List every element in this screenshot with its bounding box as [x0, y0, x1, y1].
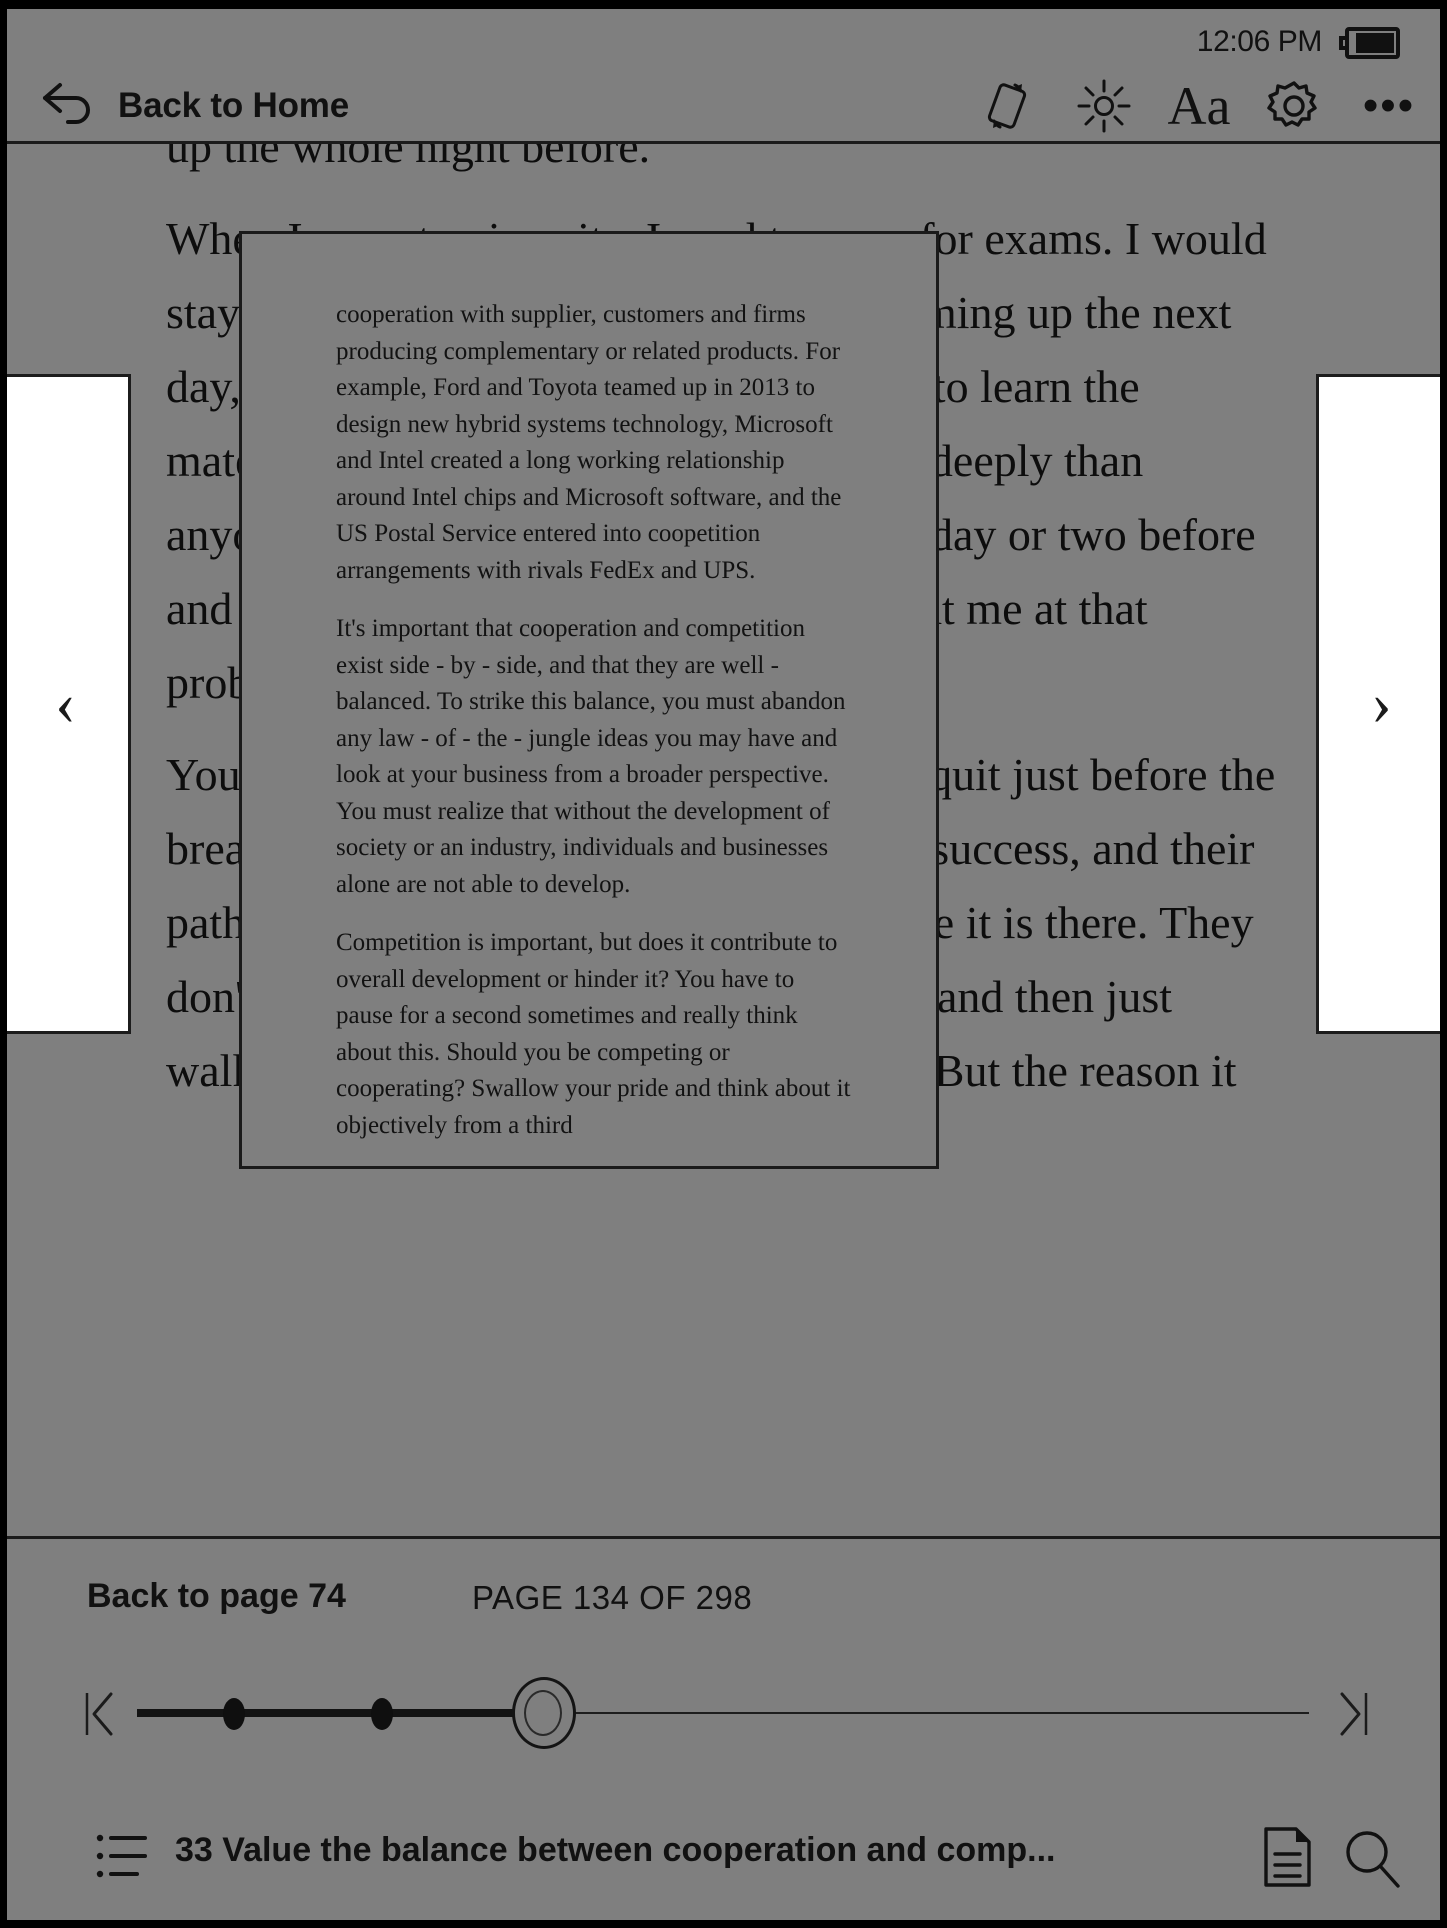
jump-to-end-icon[interactable]: [1326, 1685, 1378, 1743]
table-of-contents-icon[interactable]: [95, 1830, 151, 1884]
chapter-title[interactable]: 33 Value the balance between cooperation…: [175, 1831, 1055, 1870]
page-indicator: PAGE 134 OF 298: [472, 1579, 753, 1616]
previous-page-button[interactable]: ‹: [7, 374, 131, 1034]
preview-paragraph: cooperation with supplier, customers and…: [336, 301, 842, 584]
slider-track[interactable]: [137, 1677, 1309, 1749]
back-to-page-button[interactable]: Back to page 74: [87, 1577, 346, 1616]
font-size-label: Aa: [1167, 76, 1231, 136]
bottom-toolbar: Back to page 74 PAGE 134 OF 298 33 Value…: [7, 1536, 1440, 1920]
status-bar: 12:06 PM: [7, 9, 1440, 71]
status-time: 12:06 PM: [1196, 25, 1323, 58]
slider-bookmark-dot[interactable]: [223, 1698, 245, 1730]
slider-thumb[interactable]: [512, 1677, 576, 1749]
chapter-row: 33 Value the balance between cooperation…: [7, 1822, 1440, 1894]
preview-text-body: cooperation with supplier, customers and…: [336, 297, 851, 1166]
battery-full-icon: [1339, 27, 1402, 59]
back-to-home-label: Back to Home: [118, 86, 349, 125]
more-options-label: •••: [1362, 81, 1416, 130]
top-toolbar: Back to Home Aa •••: [7, 71, 1440, 144]
preview-paragraph: It's important that cooperation and comp…: [336, 615, 846, 898]
slider-thumb-ring: [524, 1690, 562, 1736]
chevron-left-icon: ‹: [55, 670, 76, 738]
book-paragraph: up the whole night before.: [166, 144, 651, 172]
back-arrow-icon: [40, 81, 98, 132]
ereader-screen: 12:06 PM Back to Home Aa ••• up the whol…: [7, 9, 1440, 1920]
brightness-icon[interactable]: [1075, 77, 1133, 135]
next-page-button[interactable]: ›: [1316, 374, 1440, 1034]
battery-fill: [1356, 33, 1394, 53]
page-nav-row: Back to page 74 PAGE 134 OF 298: [7, 1577, 1440, 1637]
chevron-right-icon: ›: [1371, 670, 1392, 738]
settings-gear-icon[interactable]: [1265, 77, 1323, 135]
preview-paragraph: Competition is important, but does it co…: [336, 929, 851, 1139]
page-preview-popup[interactable]: cooperation with supplier, customers and…: [239, 231, 939, 1169]
back-to-home-button[interactable]: Back to Home: [40, 71, 349, 141]
slider-progress-fill: [137, 1709, 547, 1717]
search-icon[interactable]: [1342, 1828, 1404, 1890]
ereader-device: 12:06 PM Back to Home Aa ••• up the whol…: [0, 0, 1447, 1928]
font-size-icon[interactable]: Aa: [1167, 76, 1231, 136]
jump-to-start-icon[interactable]: [75, 1685, 127, 1743]
more-options-icon[interactable]: •••: [1360, 77, 1418, 135]
page-slider[interactable]: [7, 1677, 1440, 1751]
notes-page-icon[interactable]: [1260, 1826, 1316, 1888]
toolbar-icon-group: Aa •••: [980, 71, 1418, 141]
slider-bookmark-dot[interactable]: [371, 1698, 393, 1730]
rotate-screen-icon[interactable]: [980, 77, 1038, 135]
